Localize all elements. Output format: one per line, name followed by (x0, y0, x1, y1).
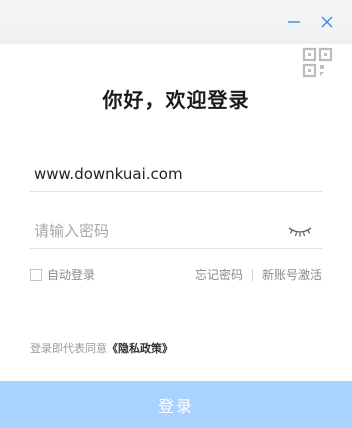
account-links: 忘记密码 新账号激活 (195, 266, 322, 283)
password-visibility-toggle[interactable] (288, 224, 312, 238)
auto-login-checkbox[interactable] (30, 268, 42, 281)
close-button[interactable] (316, 11, 338, 33)
auto-login-option[interactable]: 自动登录 (30, 266, 95, 283)
login-window: 你好，欢迎登录 自动登录 忘记密码 新账号激活 登录即代表同意 (0, 0, 352, 428)
title-bar (0, 0, 352, 44)
agreement-text: 登录即代表同意 (30, 342, 107, 355)
minimize-icon (288, 21, 300, 23)
activate-account-link[interactable]: 新账号激活 (262, 266, 322, 283)
login-button[interactable]: 登录 (0, 381, 352, 428)
password-field (30, 214, 322, 249)
eye-closed-icon (288, 227, 312, 237)
username-field (30, 157, 322, 192)
username-input[interactable] (30, 157, 284, 191)
minimize-button[interactable] (283, 11, 305, 33)
forgot-password-link[interactable]: 忘记密码 (195, 266, 243, 283)
close-icon (321, 16, 333, 28)
privacy-policy-link[interactable]: 《隐私政策》 (107, 342, 173, 355)
auto-login-label: 自动登录 (47, 268, 96, 282)
password-input[interactable] (30, 214, 284, 248)
privacy-agreement: 登录即代表同意《隐私政策》 (30, 340, 173, 356)
link-separator (251, 268, 253, 281)
login-options: 自动登录 忘记密码 新账号激活 (30, 266, 322, 284)
page-title: 你好，欢迎登录 (102, 88, 250, 112)
